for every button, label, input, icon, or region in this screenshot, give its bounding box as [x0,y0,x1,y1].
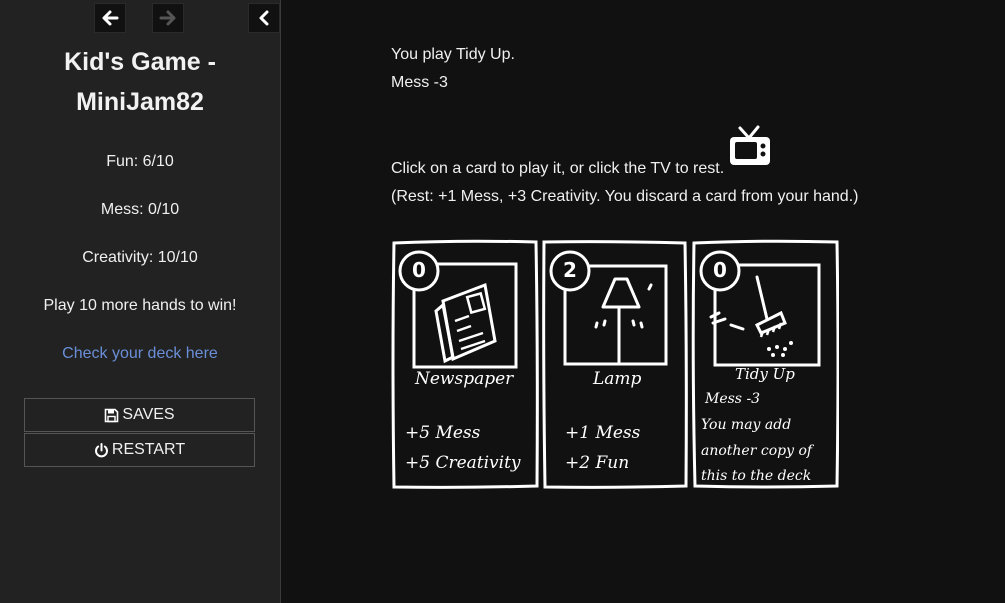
check-deck-link[interactable]: Check your deck here [62,345,218,362]
card-name: Newspaper [415,369,514,389]
last-action-text: You play Tidy Up. [391,46,515,63]
creativity-stat: Creativity: 10/10 [82,249,198,266]
power-icon [94,442,108,457]
restart-label: RESTART [111,441,186,458]
card-effect: +2 Fun [565,453,630,473]
card-effect: +1 Mess [565,423,641,443]
card-name: Lamp [593,369,642,389]
forward-arrow-icon [159,10,176,26]
card-effect: another copy of [701,443,813,459]
card-effect: this to the deck [701,468,812,484]
card-newspaper[interactable]: 0 Newspaper +5 Mess +5 Creativity [391,239,539,489]
restart-button[interactable]: RESTART [24,433,255,467]
collapse-sidebar-button[interactable] [248,3,280,33]
card-cost: 2 [563,258,577,282]
last-effect-text: Mess -3 [391,74,448,91]
card-name: Tidy Up [735,365,795,383]
tv-rest-button[interactable] [728,125,774,169]
saves-label: SAVES [122,406,175,423]
broom-icon [709,275,793,357]
card-effect: +5 Mess [405,423,481,443]
rest-info-text: (Rest: +1 Mess, +3 Creativity. You disca… [391,188,859,205]
saves-button[interactable]: SAVES [24,398,255,432]
newspaper-icon [434,282,497,364]
forward-button[interactable] [152,3,184,33]
floppy-disk-icon [105,408,119,422]
sidebar: Kid's Game - MiniJam82 Fun: 6/10 Mess: 0… [0,0,281,603]
main-panel: You play Tidy Up. Mess -3 Click on a car… [281,0,1005,603]
lamp-icon [594,277,653,365]
game-title: Kid's Game - MiniJam82 [64,48,216,116]
card-lamp[interactable]: 2 Lamp +1 Mess +2 Fun [541,239,689,489]
instruction-text: Click on a card to play it, or click the… [391,160,725,177]
card-effect: +5 Creativity [405,453,521,473]
card-effect: You may add [701,417,792,433]
fun-stat: Fun: 6/10 [106,153,174,170]
card-tidy-up[interactable]: 0 Tidy Up Mess -3 You may add another co… [691,239,839,489]
hands-remaining: Play 10 more hands to win! [43,297,237,314]
mess-stat: Mess: 0/10 [100,201,180,218]
back-arrow-icon [102,10,119,26]
card-cost: 0 [412,258,426,282]
card-effect: Mess -3 [705,391,761,407]
back-button[interactable] [94,3,126,33]
collapse-chevron-icon [259,10,269,26]
